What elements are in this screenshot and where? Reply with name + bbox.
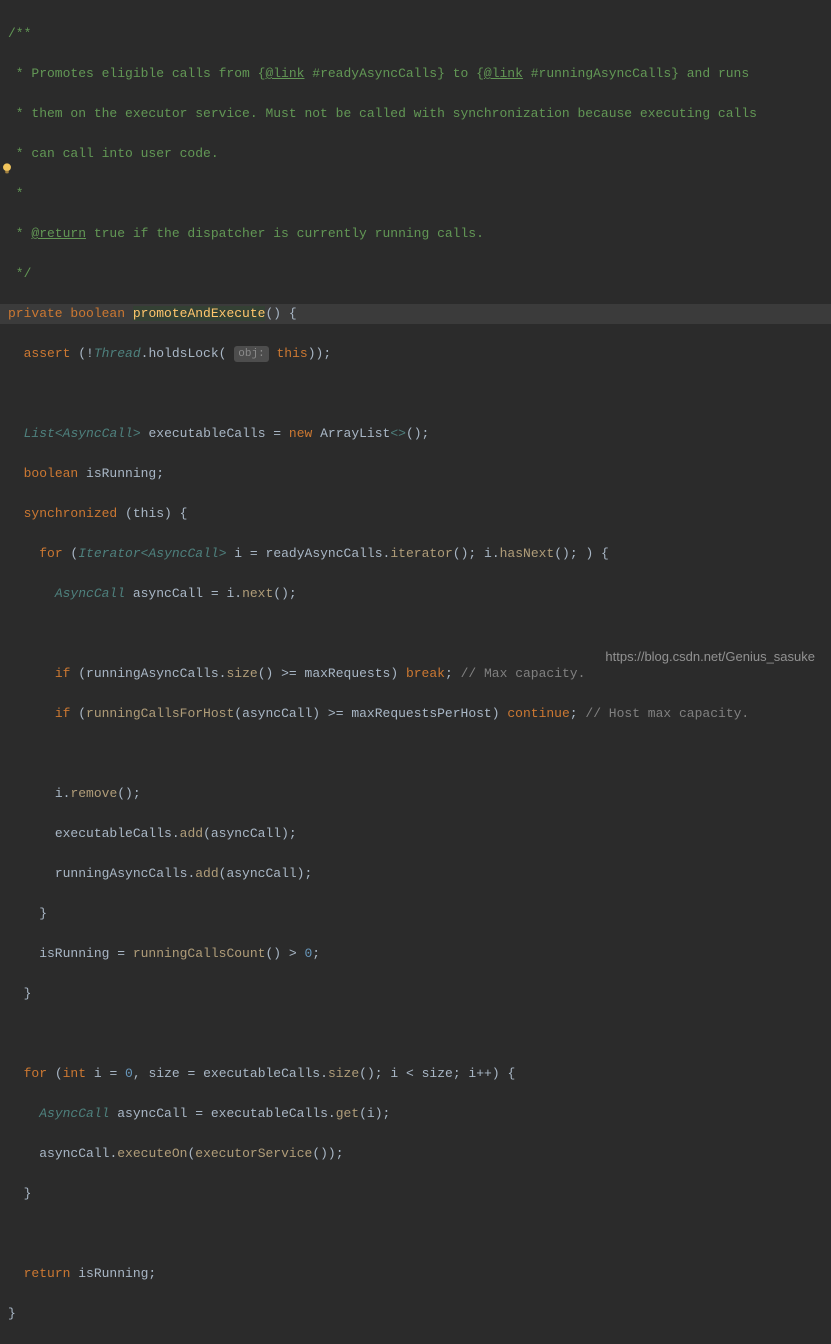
doc-line: * them on the executor service. Must not… xyxy=(0,104,831,124)
doc-line: * xyxy=(0,184,831,204)
intention-bulb-icon[interactable] xyxy=(0,162,14,176)
code-line: synchronized (this) { xyxy=(0,504,831,524)
doc-line: */ xyxy=(0,264,831,284)
code-line xyxy=(0,1024,831,1044)
code-line: assert (!Thread.holdsLock( obj: this)); xyxy=(0,344,831,364)
code-line-declaration: private boolean promoteAndExecute() { xyxy=(0,304,831,324)
doc-line: * @return true if the dispatcher is curr… xyxy=(0,224,831,244)
code-line xyxy=(0,1224,831,1244)
code-line: } xyxy=(0,1184,831,1204)
code-line: asyncCall.executeOn(executorService()); xyxy=(0,1144,831,1164)
code-line: i.remove(); xyxy=(0,784,831,804)
code-line: } xyxy=(0,904,831,924)
code-line: for (int i = 0, size = executableCalls.s… xyxy=(0,1064,831,1084)
code-line xyxy=(0,384,831,404)
code-line: runningAsyncCalls.add(asyncCall); xyxy=(0,864,831,884)
code-line xyxy=(0,624,831,644)
code-editor[interactable]: /** * Promotes eligible calls from {@lin… xyxy=(0,0,831,1344)
watermark: https://blog.csdn.net/Genius_sasuke xyxy=(605,647,815,667)
code-line: AsyncCall asyncCall = executableCalls.ge… xyxy=(0,1104,831,1124)
code-line: if (runningCallsForHost(asyncCall) >= ma… xyxy=(0,704,831,724)
doc-line: /** xyxy=(0,24,831,44)
code-line: for (Iterator<AsyncCall> i = readyAsyncC… xyxy=(0,544,831,564)
param-hint: obj: xyxy=(234,346,268,362)
code-line: List<AsyncCall> executableCalls = new Ar… xyxy=(0,424,831,444)
code-line: AsyncCall asyncCall = i.next(); xyxy=(0,584,831,604)
code-line: } xyxy=(0,1304,831,1324)
code-line: } xyxy=(0,984,831,1004)
code-line: isRunning = runningCallsCount() > 0; xyxy=(0,944,831,964)
code-line: return isRunning; xyxy=(0,1264,831,1284)
doc-line: * can call into user code. xyxy=(0,144,831,164)
code-line: executableCalls.add(asyncCall); xyxy=(0,824,831,844)
code-line: boolean isRunning; xyxy=(0,464,831,484)
doc-line: * Promotes eligible calls from {@link #r… xyxy=(0,64,831,84)
code-line xyxy=(0,744,831,764)
code-line: if (runningAsyncCalls.size() >= maxReque… xyxy=(0,664,831,684)
